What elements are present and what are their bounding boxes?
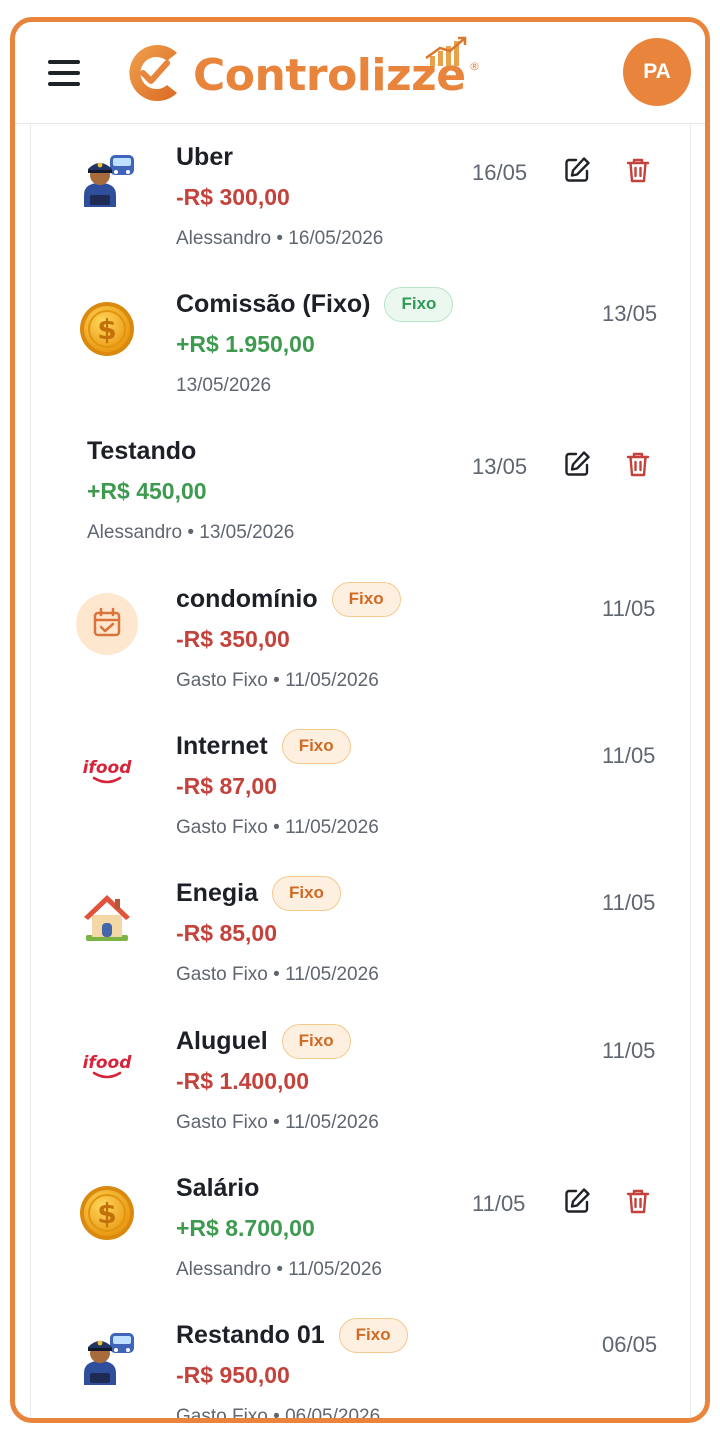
transaction-meta: Alessandro • 11/05/2026 (176, 1259, 382, 1280)
trash-icon[interactable] (623, 1186, 653, 1216)
transaction-title-row: Restando 01 Fixo (176, 1317, 408, 1353)
transaction-date: 16/05 (472, 160, 528, 185)
transaction-title-row: Comissão (Fixo) Fixo (176, 286, 454, 322)
transaction-title-row: Enegia Fixo (176, 875, 341, 911)
app-frame: Controlizze ® PA Uber -R$ 300,00 Alessandro… (10, 17, 710, 1423)
ifood-logo-icon: ifood (76, 740, 138, 802)
coin-icon: $ (76, 1182, 138, 1244)
transaction-amount: +R$ 450,00 (87, 478, 207, 504)
calendar-check-icon (76, 593, 138, 655)
police-bus-icon (76, 1329, 138, 1391)
transaction-item[interactable]: Restando 01 Fixo -R$ 950,00 Gasto Fixo • 06… (31, 1317, 690, 1423)
transaction-date: 11/05 (602, 743, 656, 768)
fixed-badge: Fixo (331, 581, 401, 617)
trash-icon[interactable] (623, 449, 653, 479)
transaction-title: Uber (176, 142, 233, 171)
controlizze-logo-icon (129, 45, 177, 101)
user-avatar[interactable]: PA (623, 38, 691, 106)
transaction-item[interactable]: Uber -R$ 300,00 Alessandro • 16/05/2026 16/… (31, 139, 690, 279)
transaction-amount: -R$ 85,00 (176, 920, 278, 946)
brand-logo[interactable]: Controlizze ® (121, 36, 480, 108)
fixed-badge: Fixo (281, 728, 351, 764)
transaction-amount: -R$ 1.400,00 (176, 1068, 309, 1094)
transactions-list: Uber -R$ 300,00 Alessandro • 16/05/2026 16/… (30, 124, 691, 1423)
transaction-item[interactable]: $ Salário +R$ 8.700,00 Alessandro • 11/05/… (31, 1170, 690, 1310)
transaction-meta: 13/05/2026 (176, 375, 272, 396)
fixed-badge: Fixo (281, 1023, 351, 1059)
fixed-badge: Fixo (271, 875, 341, 911)
edit-icon[interactable] (562, 1186, 592, 1216)
ifood-logo-icon: ifood (76, 1035, 138, 1097)
transaction-title-row: Testando (87, 433, 196, 469)
transaction-item[interactable]: $ Comissão (Fixo) Fixo +R$ 1.950,00 13/05/2… (31, 286, 690, 426)
transaction-item[interactable]: Enegia Fixo -R$ 85,00 Gasto Fixo • 11/05/20… (31, 875, 690, 1015)
trash-icon[interactable] (623, 155, 653, 185)
transaction-title: Comissão (Fixo) (176, 289, 371, 318)
edit-icon[interactable] (562, 155, 592, 185)
svg-text:$: $ (97, 313, 116, 346)
transaction-title: Enegia (176, 878, 258, 907)
transaction-title: Salário (176, 1173, 260, 1202)
transaction-title-row: Uber (176, 139, 233, 175)
transaction-date: 11/05 (602, 1038, 656, 1063)
transaction-meta: Gasto Fixo • 11/05/2026 (176, 670, 379, 691)
transaction-meta: Gasto Fixo • 06/05/2026 (176, 1406, 381, 1423)
transaction-meta: Gasto Fixo • 11/05/2026 (176, 1112, 379, 1133)
transaction-item[interactable]: Testando +R$ 450,00 Alessandro • 13/05/202… (31, 433, 690, 573)
transaction-title: Testando (87, 436, 197, 465)
transaction-date: 13/05 (472, 454, 528, 479)
transaction-date: 11/05 (602, 596, 656, 621)
svg-text:$: $ (97, 1197, 116, 1230)
transaction-amount: -R$ 87,00 (176, 773, 278, 799)
transaction-amount: +R$ 1.950,00 (176, 331, 315, 357)
transaction-title-row: Aluguel Fixo (176, 1023, 351, 1059)
transaction-title: Internet (176, 731, 268, 760)
hamburger-menu-icon[interactable] (48, 60, 80, 86)
transaction-meta: Gasto Fixo • 11/05/2026 (176, 817, 379, 838)
transaction-date: 06/05 (602, 1332, 658, 1357)
transaction-item[interactable]: condomínio Fixo -R$ 350,00 Gasto Fixo • 11/… (31, 581, 690, 721)
transaction-date: 11/05 (602, 890, 656, 915)
transaction-amount: -R$ 350,00 (176, 626, 290, 652)
transaction-item[interactable]: ifood Aluguel Fixo -R$ 1.400,00 Gasto Fixo … (31, 1023, 690, 1163)
fixed-badge: Fixo (338, 1317, 408, 1353)
transaction-date: 13/05 (602, 301, 658, 326)
top-bar: Controlizze ® PA (15, 22, 705, 124)
transaction-meta: Alessandro • 16/05/2026 (176, 228, 384, 249)
transaction-title: condomínio (176, 584, 318, 613)
transaction-amount: -R$ 300,00 (176, 184, 290, 210)
transaction-title-row: condomínio Fixo (176, 581, 401, 617)
transaction-date: 11/05 (472, 1191, 526, 1216)
transaction-title-row: Internet Fixo (176, 728, 351, 764)
fixed-badge: Fixo (384, 286, 454, 322)
transaction-amount: +R$ 8.700,00 (176, 1215, 315, 1241)
transaction-meta: Gasto Fixo • 11/05/2026 (176, 964, 379, 985)
transaction-title: Restando 01 (176, 1320, 325, 1349)
transaction-title: Aluguel (176, 1026, 268, 1055)
transaction-title-row: Salário (176, 1170, 259, 1206)
transaction-amount: -R$ 950,00 (176, 1362, 290, 1388)
svg-text:ifood: ifood (83, 758, 133, 778)
transaction-item[interactable]: ifood Internet Fixo -R$ 87,00 Gasto Fixo • … (31, 728, 690, 868)
transaction-meta: Alessandro • 13/05/2026 (87, 522, 295, 543)
house-icon (76, 887, 138, 949)
coin-icon: $ (76, 298, 138, 360)
police-bus-icon (76, 151, 138, 213)
growth-chart-icon (425, 36, 467, 66)
edit-icon[interactable] (562, 449, 592, 479)
svg-text:ifood: ifood (83, 1053, 133, 1073)
